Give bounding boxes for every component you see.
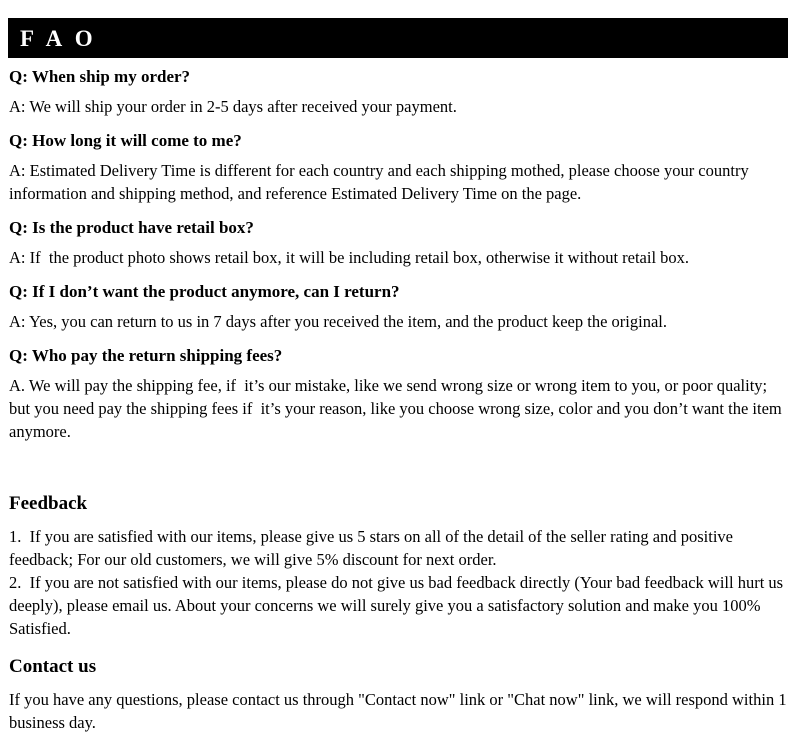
faq-question: Q: Is the product have retail box? — [9, 218, 254, 237]
faq-item: Q: When ship my order? A: We will ship y… — [9, 66, 791, 118]
faq-item: Q: How long it will come to me? A: Estim… — [9, 130, 791, 205]
faq-question: Q: If I don’t want the product anymore, … — [9, 282, 400, 301]
faq-page: F A O Q: When ship my order? A: We will … — [0, 0, 800, 732]
faq-answer: A: Estimated Delivery Time is different … — [9, 161, 753, 203]
contact-heading: Contact us — [9, 656, 97, 677]
faq-content: Q: When ship my order? A: We will ship y… — [9, 66, 791, 734]
faq-item: Q: Who pay the return shipping fees? A. … — [9, 345, 791, 443]
feedback-paragraph: 1. If you are satisfied with our items, … — [9, 527, 738, 569]
faq-item: Q: Is the product have retail box? A: If… — [9, 217, 791, 269]
faq-answer: A. We will pay the shipping fee, if it’s… — [9, 376, 786, 441]
faq-item: Q: If I don’t want the product anymore, … — [9, 281, 791, 333]
feedback-section: Feedback 1. If you are satisfied with ou… — [9, 493, 791, 640]
faq-question: Q: When ship my order? — [9, 67, 191, 86]
faq-title-bar: F A O — [8, 18, 788, 58]
feedback-heading: Feedback — [9, 493, 88, 514]
faq-question: Q: Who pay the return shipping fees? — [9, 346, 283, 365]
faq-answer: A: Yes, you can return to us in 7 days a… — [9, 312, 667, 331]
page-title: F A O — [20, 25, 97, 51]
feedback-paragraph: 2. If you are not satisfied with our ite… — [9, 573, 788, 638]
faq-answer: A: If the product photo shows retail box… — [9, 248, 690, 267]
contact-paragraph: If you have any questions, please contac… — [9, 690, 791, 732]
faq-answer: A: We will ship your order in 2-5 days a… — [9, 97, 457, 116]
faq-question: Q: How long it will come to me? — [9, 131, 242, 150]
contact-section: Contact us If you have any questions, pl… — [9, 656, 791, 734]
